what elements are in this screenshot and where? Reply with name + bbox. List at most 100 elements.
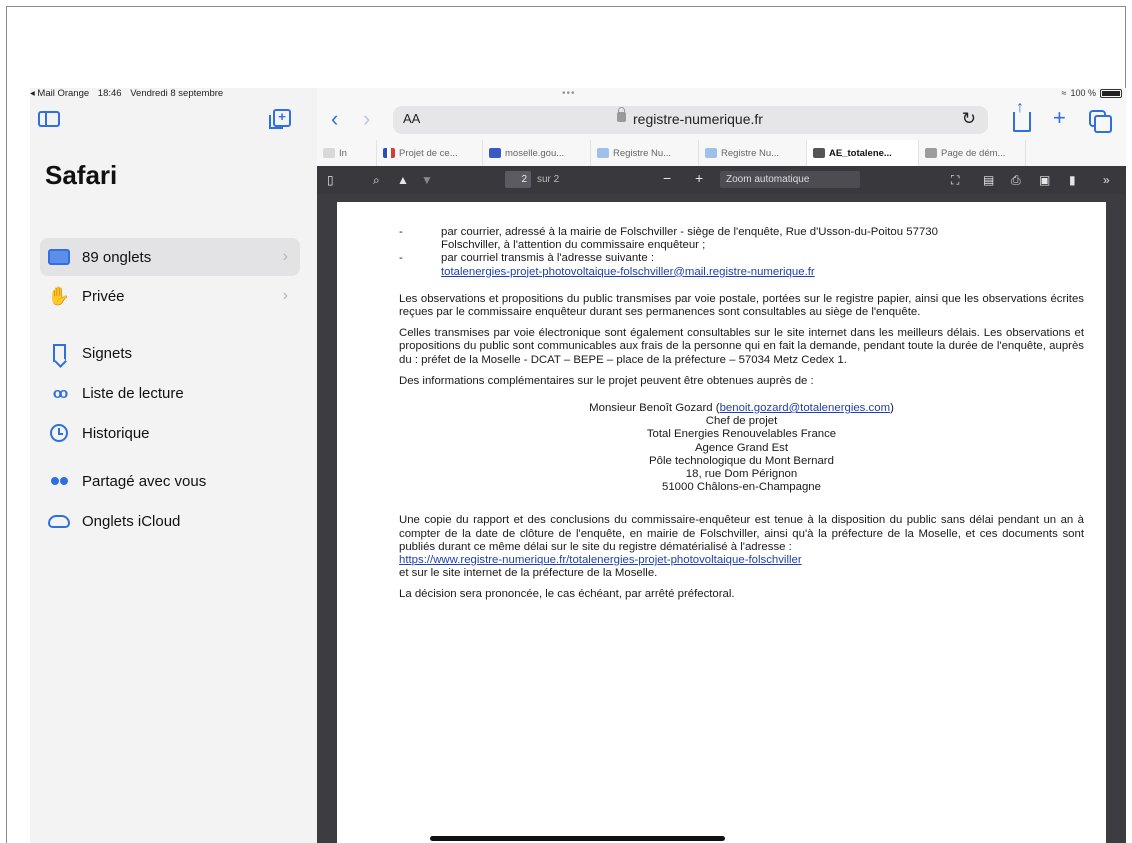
tab-label: moselle.gou... [505,147,565,159]
sidebar-title: Safari [45,160,118,190]
sidebar-item-label: Signets [82,344,133,362]
sidebar-item-icloud-tabs[interactable]: Onglets iCloud [40,502,300,540]
tab-active[interactable]: AE_totalene... [807,140,919,166]
sidebar-item-label: Partagé avec vous [82,472,207,490]
tab[interactable]: moselle.gou... [483,140,591,166]
tab[interactable]: Page de dém... [919,140,1026,166]
people-icon [48,470,70,492]
list-item: par courriel transmis à l'adresse suivan… [399,252,1084,278]
sidebar-item-label: Liste de lecture [82,384,184,402]
tab-label: AE_totalene... [829,147,892,159]
address-bar[interactable]: AA registre-numerique.fr ↻ [393,106,988,134]
tab-label: Registre Nu... [721,147,780,159]
contact-line: Chef de projet [705,415,778,428]
status-time: 18:46 [97,88,122,99]
contact-name-line: Monsieur Benoît Gozard (benoit.gozard@to… [399,402,1084,415]
previous-page-icon[interactable]: ▲ [397,173,409,187]
battery-percent: 100 % [1070,88,1096,98]
tab-label: Projet de ce... [399,147,458,159]
forward-button[interactable]: › [363,106,370,132]
contact-line: Total Energies Renouvelables France [646,428,837,441]
registry-link[interactable]: https://www.registre-numerique.fr/totale… [399,554,802,566]
chevron-right-icon: › [282,287,288,304]
tab-label: In [339,147,347,159]
next-page-icon[interactable]: ▼ [421,173,433,187]
favicon [489,148,501,158]
sidebar-toggle-icon[interactable] [38,111,60,127]
tab-strip: In Projet de ce... moselle.gou... Regist… [317,140,1126,166]
paragraph: Une copie du rapport et des conclusions … [399,514,1084,553]
bookmark-icon [48,342,70,364]
sidebar-item-bookmarks[interactable]: Signets [40,334,300,372]
page-number-input[interactable]: 2 [505,171,531,188]
share-icon[interactable] [1013,100,1031,132]
contact-close: ) [890,402,894,415]
paragraph: Celles transmises par voie électronique … [399,327,1084,366]
lock-icon [617,107,626,122]
tab[interactable]: Projet de ce... [377,140,483,166]
home-indicator[interactable] [430,836,725,841]
contact-email-link[interactable]: benoit.gozard@totalenergies.com [720,402,891,414]
sidebar-item-reading-list[interactable]: oo Liste de lecture [40,374,300,412]
download-icon[interactable]: ▣ [1039,173,1050,187]
new-tab-plus-icon[interactable]: + [1053,105,1066,131]
paragraph-end: et sur le site internet de la préfecture… [399,567,658,580]
pdf-sidebar-toggle-icon[interactable]: ▯ [327,173,334,187]
zoom-select[interactable]: Zoom automatique [720,171,860,188]
tab-overview-icon[interactable] [1089,110,1112,133]
sidebar-item-private[interactable]: ✋ Privée › [40,277,300,315]
url-domain[interactable]: registre-numerique.fr [633,111,763,127]
sidebar-item-history[interactable]: Historique [40,414,300,452]
tabs-icon [48,246,70,268]
zoom-in-button[interactable]: + [695,170,703,186]
tab[interactable]: In [317,140,377,166]
tab[interactable]: Registre Nu... [591,140,699,166]
sidebar-item-tabs[interactable]: 89 onglets › [40,238,300,276]
fullscreen-icon[interactable]: ⛶ [951,173,959,188]
reload-icon[interactable]: ↻ [962,109,976,129]
paragraph: Les observations et propositions du publ… [399,292,1084,319]
pdf-page: par courrier, adressé à la mairie de Fol… [337,202,1106,843]
list-item-text: par courriel transmis à l'adresse suivan… [441,252,654,265]
text-size-button[interactable]: AA [403,111,420,126]
pdf-search-icon[interactable]: ⌕ [373,173,380,188]
contact-block: Monsieur Benoît Gozard (benoit.gozard@to… [399,402,1084,494]
clock-icon [48,422,70,444]
safari-sidebar: ◂ Mail Orange 18:46 Vendredi 8 septembre… [30,88,317,843]
favicon [597,148,609,158]
battery-icon [1100,88,1122,98]
bookmark-icon[interactable]: ▮ [1069,173,1076,187]
chevron-right-icon: › [282,248,288,265]
list-item: par courrier, adressé à la mairie de Fol… [399,226,1084,252]
contact-line: Agence Grand Est [694,441,789,454]
browser-main: ••• ≈ 100 % ‹ › AA registre-numerique.fr… [317,88,1126,843]
contact-line: 18, rue Dom Pérignon [685,468,798,481]
star-favicon [925,148,937,158]
flag-favicon [383,148,395,158]
open-file-icon[interactable]: ▤ [983,173,994,187]
cloud-icon [48,510,70,532]
zoom-out-button[interactable]: − [663,170,671,186]
sidebar-item-label: Onglets iCloud [82,512,181,530]
list-item-text: par courrier, adressé à la mairie de Fol… [441,226,938,238]
new-tab-group-icon[interactable]: + [269,109,291,129]
more-tools-icon[interactable]: » [1103,173,1110,187]
favicon [705,148,717,158]
email-link[interactable]: totalenergies-projet-photovoltaique-fols… [441,266,815,278]
list-item-text: Folschviller, à l'attention du commissai… [441,239,706,252]
sidebar-item-label: Privée [82,287,125,305]
page-count: sur 2 [537,174,560,185]
status-bar: ◂ Mail Orange 18:46 Vendredi 8 septembre [30,88,229,106]
hand-icon: ✋ [47,285,71,306]
back-button[interactable]: ‹ [331,106,338,132]
multitask-dots[interactable]: ••• [562,88,576,99]
sidebar-item-shared-with-you[interactable]: Partagé avec vous [40,462,300,500]
print-icon[interactable]: ⎙ [1011,173,1021,188]
pdf-viewer[interactable]: par courrier, adressé à la mairie de Fol… [317,194,1126,843]
pdf-toolbar: ▯ ⌕ ▲ ▼ 2 sur 2 − + Zoom automatique ⛶ ▤… [317,166,1126,194]
tab[interactable]: Registre Nu... [699,140,807,166]
contact-line: 51000 Châlons-en-Champagne [662,481,821,494]
paragraph: Des informations complémentaires sur le … [399,374,814,387]
back-to-app-link[interactable]: ◂ Mail Orange [30,88,89,99]
browser-toolbar: ‹ › AA registre-numerique.fr ↻ + [317,100,1126,138]
